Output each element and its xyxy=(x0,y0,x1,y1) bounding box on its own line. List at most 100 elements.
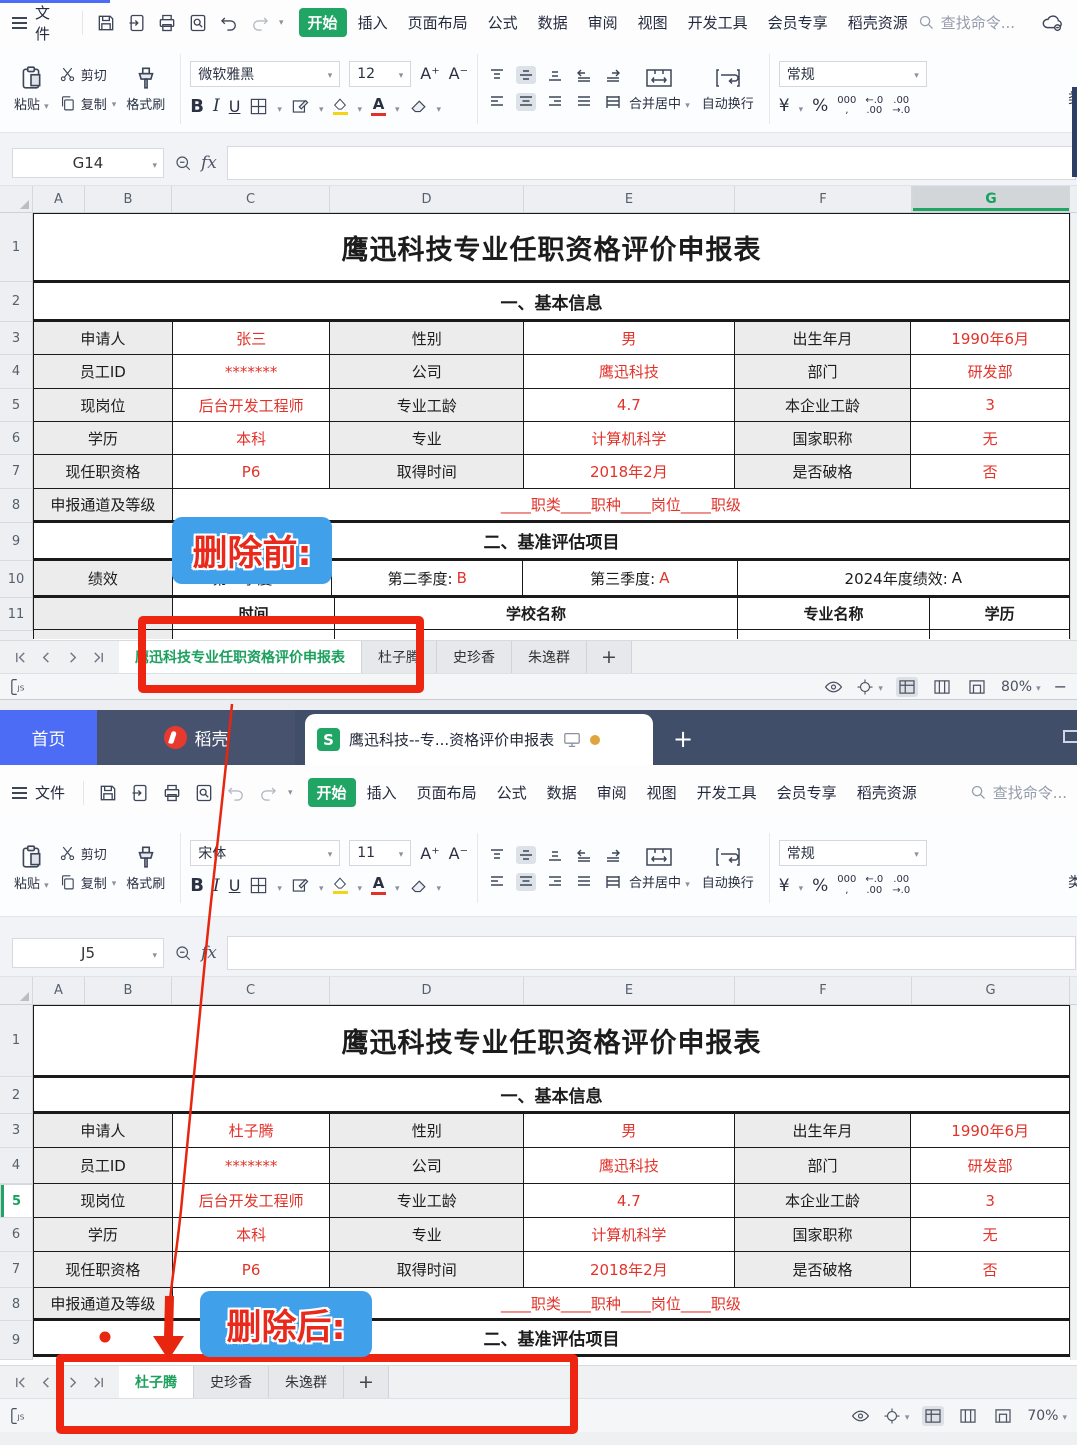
column-header-g-selected[interactable]: G xyxy=(912,186,1070,212)
align-left-icon[interactable] xyxy=(487,93,507,111)
align-bottom-icon[interactable] xyxy=(545,846,565,864)
align-bottom-icon[interactable] xyxy=(545,66,565,84)
wrap-text-button[interactable]: 自动换行 xyxy=(696,845,760,891)
cell-value[interactable]: 鹰迅科技 xyxy=(524,1148,735,1183)
add-sheet-button[interactable]: + xyxy=(587,641,632,673)
tab-membership[interactable]: 会员专享 xyxy=(768,778,846,807)
borders-caret-icon[interactable] xyxy=(277,97,282,116)
cell-value[interactable]: P6 xyxy=(173,455,331,488)
js-macro-icon[interactable]: JS xyxy=(10,1407,30,1425)
row-header[interactable]: 8 xyxy=(0,1288,33,1321)
align-middle-icon[interactable] xyxy=(516,846,536,864)
file-menu[interactable]: 文件 xyxy=(35,782,65,803)
fill-color-caret-icon[interactable] xyxy=(357,97,362,116)
row-header[interactable]: 2 xyxy=(0,1077,33,1114)
row-header[interactable]: 9 xyxy=(0,1321,33,1360)
cell-value[interactable]: 杜子腾 xyxy=(173,1114,331,1147)
cell-label[interactable]: 取得时间 xyxy=(330,1252,524,1287)
cell-value[interactable]: ******* xyxy=(173,1148,331,1183)
cell-header-degree[interactable]: 学历 xyxy=(930,598,1069,629)
section-basic-info-cell[interactable]: 一、基本信息 xyxy=(34,283,1069,319)
cell-value[interactable]: 2018年2月 xyxy=(524,1252,735,1287)
page-break-view-icon[interactable] xyxy=(992,1406,1014,1426)
tab-developer[interactable]: 开发工具 xyxy=(688,778,766,807)
cell-value[interactable]: 2018年2月 xyxy=(524,455,735,488)
cell-partial[interactable] xyxy=(173,630,336,639)
vertical-scrollbar[interactable] xyxy=(1070,213,1077,640)
row-header[interactable]: 2 xyxy=(0,282,33,322)
new-document-tab-button[interactable]: + xyxy=(673,727,693,751)
align-right-icon[interactable] xyxy=(545,873,565,891)
zoom-level[interactable]: 70% xyxy=(1027,1408,1067,1424)
cell-label[interactable]: 员工ID xyxy=(34,1148,173,1183)
tab-review[interactable]: 审阅 xyxy=(588,778,636,807)
cell-value[interactable]: 本科 xyxy=(173,422,331,454)
increase-decimal-icon[interactable]: ←.0.00 xyxy=(865,96,883,117)
normal-view-icon[interactable] xyxy=(896,677,918,697)
font-color-button[interactable]: A xyxy=(371,876,386,895)
cell-label[interactable]: 申报通道及等级 xyxy=(34,489,173,520)
cell-label[interactable]: 学历 xyxy=(34,1218,173,1251)
justify-icon[interactable] xyxy=(574,93,594,111)
print-icon[interactable] xyxy=(158,780,186,806)
redo-icon[interactable] xyxy=(246,10,273,36)
cell-style-button[interactable] xyxy=(291,97,310,116)
currency-format-icon[interactable]: ¥ xyxy=(779,876,790,896)
print-preview-icon[interactable] xyxy=(190,780,218,806)
cell-q2[interactable]: 第二季度:B xyxy=(332,561,523,595)
row-header[interactable]: 8 xyxy=(0,489,33,523)
row-header-selected[interactable]: 5 xyxy=(0,1184,33,1218)
tab-view[interactable]: 视图 xyxy=(638,778,686,807)
cell-value[interactable]: ____职类____职种____岗位____职级 xyxy=(173,489,1069,520)
hamburger-menu-icon[interactable] xyxy=(12,787,27,799)
increase-decimal-icon[interactable]: ←.0.00 xyxy=(865,875,883,896)
currency-caret-icon[interactable] xyxy=(799,876,804,895)
align-left-icon[interactable] xyxy=(487,873,507,891)
cell-label[interactable]: 部门 xyxy=(735,1148,912,1183)
row-header[interactable]: 5 xyxy=(0,389,33,422)
sheet-tab-active[interactable]: 杜子腾 xyxy=(119,1366,194,1398)
column-header-f[interactable]: F xyxy=(735,977,912,1004)
section-basic-info-cell[interactable]: 一、基本信息 xyxy=(34,1078,1069,1111)
quick-access-caret-icon[interactable] xyxy=(288,788,293,798)
font-color-button[interactable]: A xyxy=(371,97,386,116)
cell-label[interactable]: 申报通道及等级 xyxy=(34,1288,173,1318)
cell-partial[interactable] xyxy=(34,630,173,639)
table-title-cell[interactable]: 鹰迅科技专业任职资格评价申报表 xyxy=(34,214,1069,280)
borders-button[interactable] xyxy=(249,97,268,116)
cell-style-caret-icon[interactable] xyxy=(319,876,324,895)
font-size-select[interactable]: 12 xyxy=(349,61,411,87)
sheet-tab[interactable]: 朱逸群 xyxy=(512,641,587,673)
underline-button[interactable]: U xyxy=(229,876,241,895)
row-header[interactable]: 3 xyxy=(0,1114,33,1148)
cell-label[interactable]: 本企业工龄 xyxy=(735,389,912,421)
cell-label[interactable]: 现岗位 xyxy=(34,389,173,421)
cell-value[interactable]: ******* xyxy=(173,355,331,388)
copy-button[interactable]: 复制 xyxy=(59,873,117,892)
normal-view-icon[interactable] xyxy=(922,1406,944,1426)
fill-color-button[interactable] xyxy=(332,98,348,115)
cell-value[interactable]: 4.7 xyxy=(524,1184,735,1217)
cell-label[interactable]: 出生年月 xyxy=(735,322,912,354)
cell-style-button[interactable] xyxy=(291,876,310,895)
cut-button[interactable]: 剪切 xyxy=(59,844,117,863)
increase-indent-icon[interactable] xyxy=(603,846,623,864)
cell-label[interactable]: 专业工龄 xyxy=(330,1184,524,1217)
cell-value[interactable]: 计算机科学 xyxy=(524,422,735,454)
cell-label[interactable]: 是否破格 xyxy=(735,1252,912,1287)
eye-protection-icon[interactable] xyxy=(824,679,843,695)
cell-value[interactable]: 1990年6月 xyxy=(911,1114,1069,1147)
cell-value[interactable]: 男 xyxy=(524,322,735,354)
decrease-font-button[interactable]: A⁻ xyxy=(449,64,468,83)
justify-icon[interactable] xyxy=(574,873,594,891)
last-sheet-icon[interactable] xyxy=(92,1376,105,1389)
eraser-button[interactable] xyxy=(409,98,428,114)
document-tab[interactable]: S 鹰迅科技--专...资格评价申报表 xyxy=(305,714,653,765)
zoom-level[interactable]: 80% xyxy=(1001,679,1041,695)
number-format-select[interactable]: 常规 xyxy=(779,61,927,87)
tab-review[interactable]: 审阅 xyxy=(579,8,627,37)
italic-button[interactable]: I xyxy=(213,876,220,896)
undo-icon[interactable] xyxy=(222,780,250,806)
tab-data[interactable]: 数据 xyxy=(529,8,577,37)
format-painter-button[interactable]: 格式刷 xyxy=(120,65,171,113)
